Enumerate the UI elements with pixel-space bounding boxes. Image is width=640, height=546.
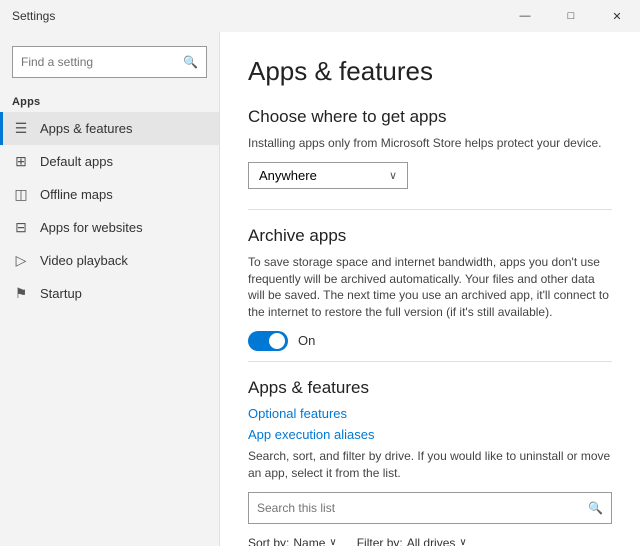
search-icon: 🔍 <box>588 501 603 515</box>
toggle-knob <box>269 333 285 349</box>
archive-toggle-row: On <box>248 331 612 351</box>
chevron-down-icon: ∨ <box>389 169 397 182</box>
choose-section-title: Choose where to get apps <box>248 107 612 127</box>
search-sort-desc: Search, sort, and filter by drive. If yo… <box>248 448 612 482</box>
sidebar-item-default-apps[interactable]: ⊞ Default apps <box>0 145 219 178</box>
default-apps-icon: ⊞ <box>12 153 30 170</box>
sort-value: Name <box>293 536 325 546</box>
sidebar-item-label: Apps for websites <box>40 220 143 235</box>
toggle-label: On <box>298 333 315 348</box>
window-title: Settings <box>12 9 55 23</box>
sidebar-section-apps: Apps <box>0 90 219 112</box>
sidebar-item-label: Offline maps <box>40 187 113 202</box>
sidebar-item-apps-features[interactable]: ☰ Apps & features <box>0 112 219 145</box>
archive-toggle[interactable] <box>248 331 288 351</box>
title-bar: Settings — □ ✕ <box>0 0 640 32</box>
sidebar-item-apps-for-websites[interactable]: ⊟ Apps for websites <box>0 211 219 244</box>
sidebar-item-label: Startup <box>40 286 82 301</box>
window-controls: — □ ✕ <box>502 0 640 32</box>
divider-2 <box>248 361 612 362</box>
offline-maps-icon: ◫ <box>12 186 30 203</box>
startup-icon: ⚑ <box>12 285 30 302</box>
filter-chevron-icon: ∨ <box>459 537 466 546</box>
dropdown-value: Anywhere <box>259 168 317 183</box>
page-title: Apps & features <box>248 56 612 87</box>
sidebar-item-startup[interactable]: ⚑ Startup <box>0 277 219 310</box>
minimize-button[interactable]: — <box>502 0 548 32</box>
sidebar-item-label: Default apps <box>40 154 113 169</box>
filter-by-control[interactable]: Filter by: All drives ∨ <box>357 536 467 546</box>
maximize-button[interactable]: □ <box>548 0 594 32</box>
apps-for-websites-icon: ⊟ <box>12 219 30 236</box>
archive-section-desc: To save storage space and internet bandw… <box>248 254 612 321</box>
get-apps-dropdown[interactable]: Anywhere ∨ <box>248 162 408 189</box>
apps-features-icon: ☰ <box>12 120 30 137</box>
sidebar-item-label: Video playback <box>40 253 128 268</box>
sidebar-item-video-playback[interactable]: ▷ Video playback <box>0 244 219 277</box>
close-button[interactable]: ✕ <box>594 0 640 32</box>
apps-features-section-title: Apps & features <box>248 378 612 398</box>
choose-section-desc: Installing apps only from Microsoft Stor… <box>248 135 612 152</box>
sort-by-control[interactable]: Sort by: Name ∨ <box>248 536 337 546</box>
app-search-bar[interactable]: 🔍 <box>248 492 612 524</box>
main-content: Apps & features Choose where to get apps… <box>220 32 640 546</box>
sidebar-search-box[interactable]: 🔍 <box>12 46 207 78</box>
sidebar-item-offline-maps[interactable]: ◫ Offline maps <box>0 178 219 211</box>
archive-section-title: Archive apps <box>248 226 612 246</box>
optional-features-link[interactable]: Optional features <box>248 406 612 421</box>
sidebar-search-input[interactable] <box>21 55 183 69</box>
filter-label: Filter by: <box>357 536 403 546</box>
app-search-input[interactable] <box>257 501 588 515</box>
video-playback-icon: ▷ <box>12 252 30 269</box>
divider-1 <box>248 209 612 210</box>
sort-filter-row: Sort by: Name ∨ Filter by: All drives ∨ <box>248 536 612 546</box>
sort-chevron-icon: ∨ <box>329 537 336 546</box>
filter-value: All drives <box>407 536 456 546</box>
sidebar: 🔍 Apps ☰ Apps & features ⊞ Default apps … <box>0 32 220 546</box>
sidebar-item-label: Apps & features <box>40 121 133 136</box>
sidebar-search-icon: 🔍 <box>183 55 198 69</box>
sort-label: Sort by: <box>248 536 289 546</box>
app-execution-aliases-link[interactable]: App execution aliases <box>248 427 612 442</box>
